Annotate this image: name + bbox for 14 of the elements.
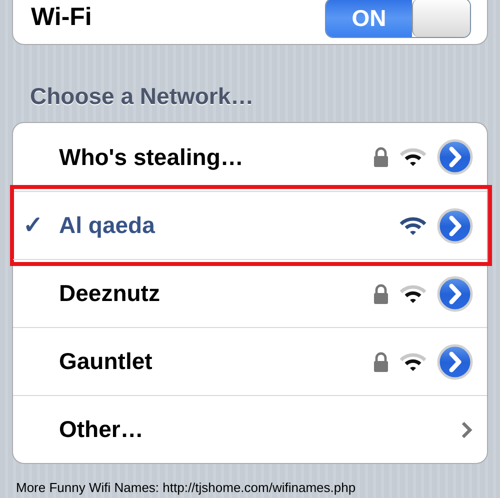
detail-disclosure-icon[interactable] — [437, 139, 473, 175]
detail-disclosure-icon[interactable] — [437, 208, 473, 244]
network-name[interactable]: Al qaeda — [59, 212, 399, 239]
chevron-icon — [461, 420, 473, 438]
detail-disclosure-icon[interactable] — [437, 276, 473, 312]
check-mark: ✓ — [23, 211, 44, 240]
network-name[interactable]: Who's stealing… — [37, 144, 373, 170]
network-name[interactable]: Deeznutz — [37, 280, 373, 307]
section-header: Choose a Network… — [30, 83, 254, 110]
other-network-item[interactable]: Other… — [37, 416, 461, 443]
detail-disclosure-icon[interactable] — [437, 344, 473, 380]
caption: More Funny Wifi Names: http://tjshome.com/wifinames.php — [16, 480, 356, 495]
network-name[interactable]: Gauntlet — [37, 348, 373, 375]
wifi-label: Wi-Fi — [31, 3, 92, 33]
